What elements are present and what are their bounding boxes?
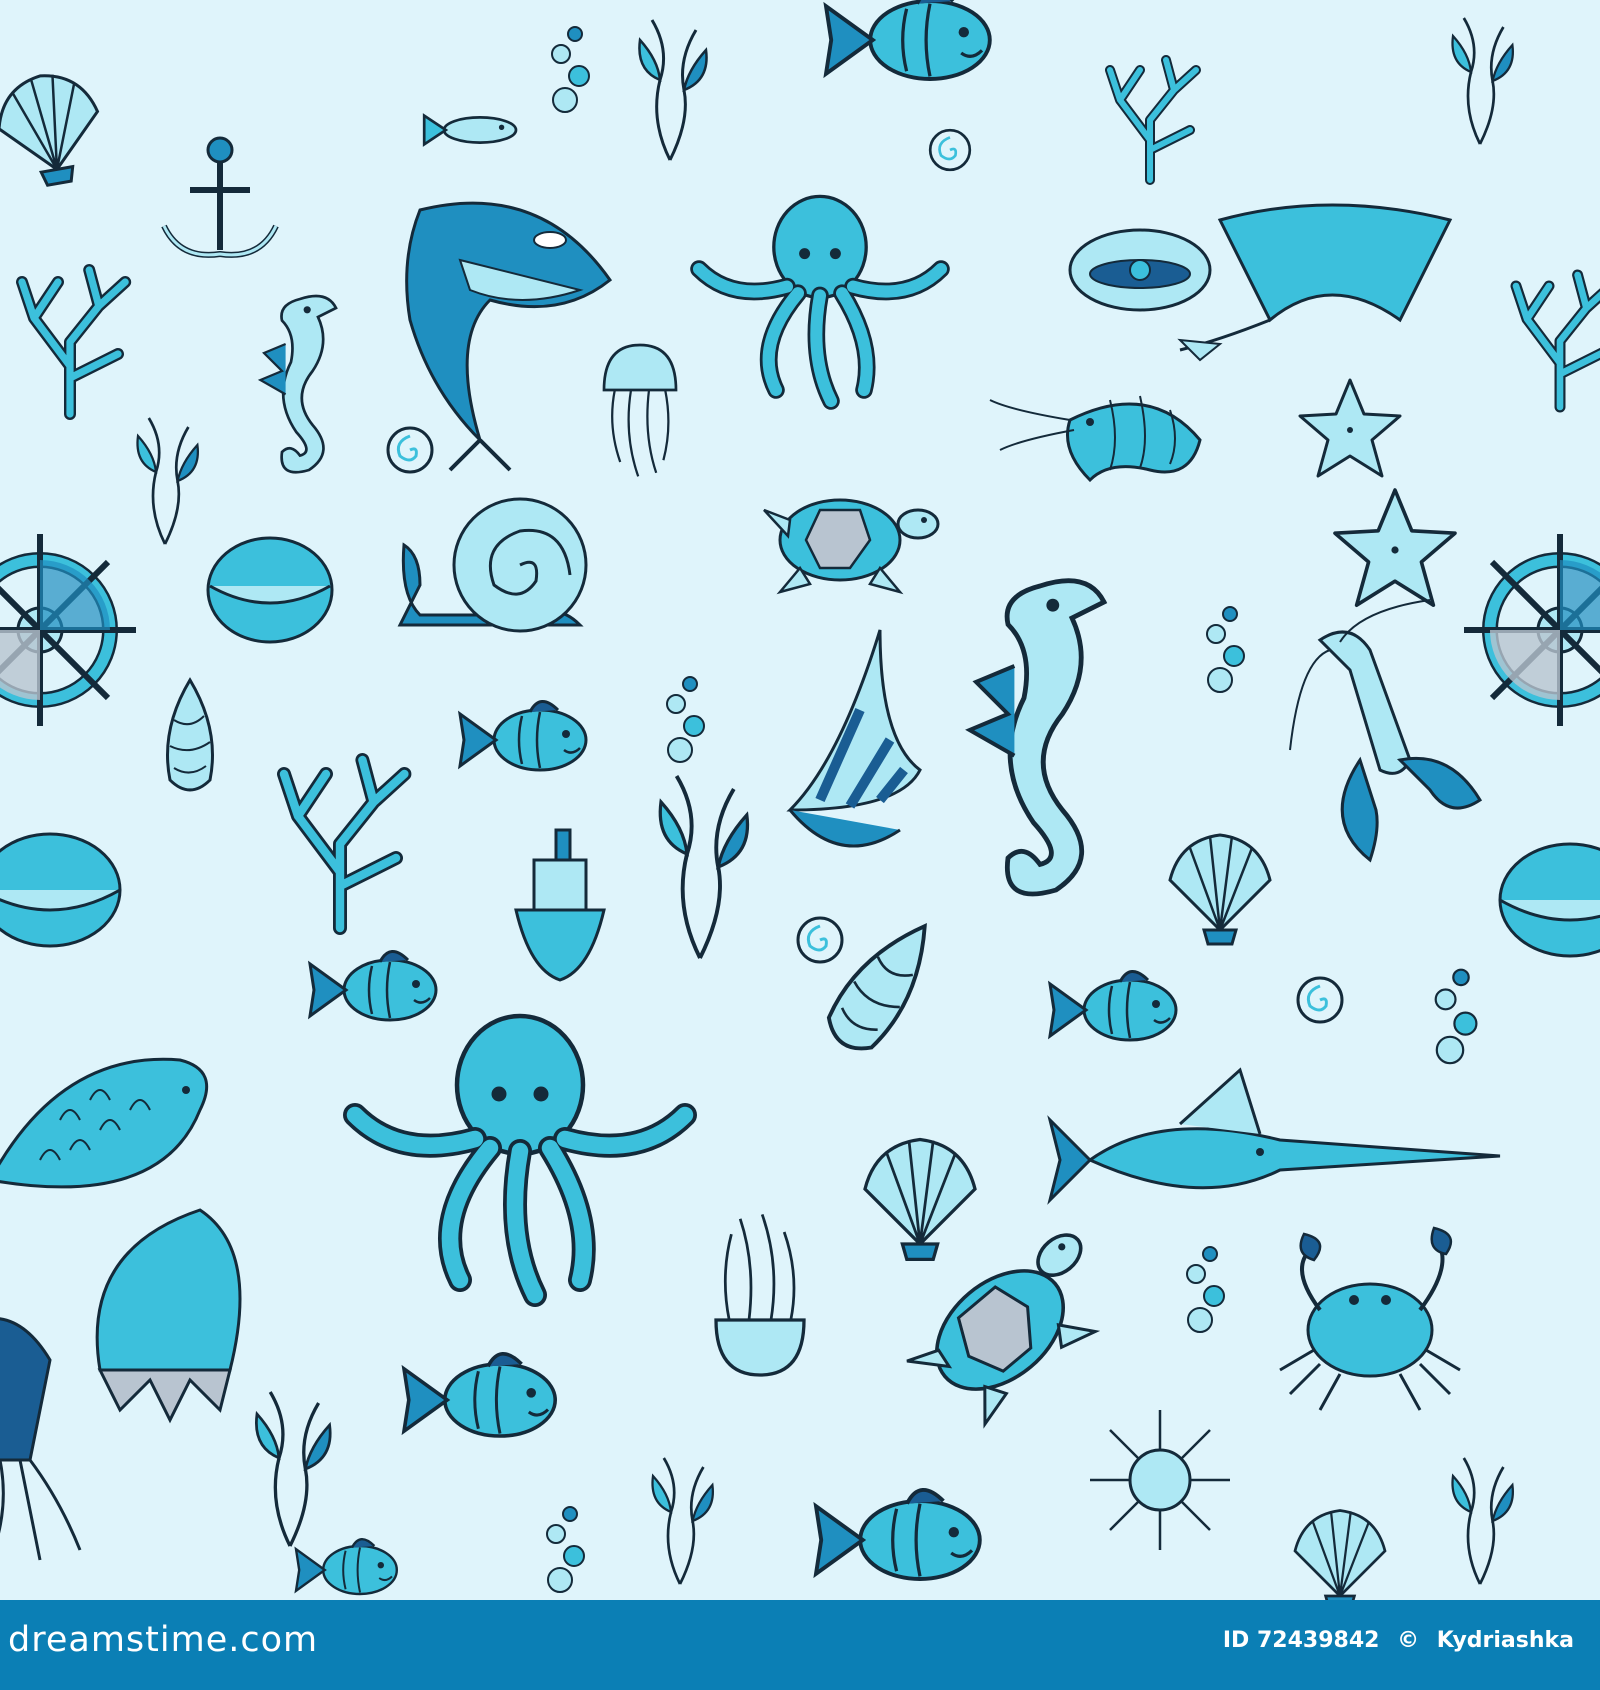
turtle-icon <box>762 498 940 594</box>
scallop-shell-icon <box>1293 1509 1387 1600</box>
seaweed-icon <box>1451 16 1515 146</box>
bubbles-icon <box>1434 968 1478 1065</box>
octopus-icon <box>699 196 941 401</box>
sea-urchin-icon <box>1088 1408 1232 1552</box>
jellyfish-icon <box>714 1212 806 1377</box>
spiral-shell-icon <box>796 916 844 964</box>
fish-icon <box>294 1537 398 1596</box>
spiral-shell-icon <box>386 426 434 474</box>
clam-icon <box>206 536 334 644</box>
clam-icon <box>1498 842 1600 958</box>
pattern-canvas <box>0 0 1600 1600</box>
anchor-icon <box>161 136 279 258</box>
coral-icon <box>284 760 404 928</box>
conch-shell-icon <box>166 677 214 792</box>
scallop-shell-icon <box>863 1137 977 1262</box>
scallop-shell-icon <box>1168 833 1272 946</box>
image-credit: ID 72439842 © Kydriashka <box>1213 1628 1574 1653</box>
jellyfish-icon <box>602 343 678 478</box>
bubbles-icon <box>1206 606 1245 693</box>
orca-icon <box>405 201 613 472</box>
snail-icon <box>397 497 588 633</box>
seahorse-icon <box>970 581 1104 894</box>
coral-icon <box>1110 60 1196 180</box>
fish-icon <box>814 1487 982 1581</box>
seahorse-icon <box>259 294 338 474</box>
octopus-icon <box>355 1016 685 1295</box>
fish-icon <box>458 699 588 772</box>
seaweed-icon <box>254 1390 332 1548</box>
bubbles-icon <box>666 676 705 763</box>
dreamstime-logo: dreamstime.com <box>8 1620 319 1660</box>
seaweed-icon <box>1451 1456 1515 1586</box>
bubbles-icon <box>546 1506 585 1593</box>
fish-icon <box>824 0 992 81</box>
starfish-icon <box>1298 378 1402 478</box>
scaled-fish-icon <box>0 1057 209 1189</box>
boat-icon <box>514 828 606 982</box>
squid-icon <box>0 1317 82 1561</box>
seaweed-icon <box>658 774 750 960</box>
bubbles-icon <box>1186 1246 1225 1333</box>
fish-icon <box>308 949 438 1022</box>
clam-icon <box>0 832 122 948</box>
fish-icon <box>1048 969 1178 1042</box>
fish-icon <box>402 1351 558 1438</box>
fish-icon <box>422 114 518 146</box>
coral-icon <box>1516 275 1600 407</box>
starfish-icon <box>1333 488 1457 608</box>
image-id: ID 72439842 <box>1222 1628 1380 1653</box>
shrimp-icon <box>989 395 1202 483</box>
ship-wheel-icon <box>0 534 136 726</box>
spiral-shell-icon <box>928 128 972 172</box>
bubbles-icon <box>551 26 590 113</box>
clam-icon <box>1068 228 1212 312</box>
watermark-footer: dreamstime.com ID 72439842 © Kydriashka <box>0 1600 1600 1690</box>
lobster-icon <box>1289 599 1483 863</box>
swordfish-icon <box>1047 1067 1501 1205</box>
seaweed-icon <box>136 416 200 546</box>
coral-icon <box>22 270 125 414</box>
shell-icon <box>0 65 111 194</box>
copyright-symbol: © <box>1397 1628 1420 1653</box>
crab-icon <box>1278 1226 1462 1412</box>
sea-life-pattern <box>0 0 1600 1600</box>
spiral-shell-icon <box>1296 976 1344 1024</box>
stingray-icon <box>1177 203 1453 362</box>
ship-wheel-icon <box>1464 534 1600 726</box>
spiky-shell-icon <box>95 1208 242 1424</box>
seaweed-icon <box>637 18 709 162</box>
angelfish-icon <box>786 629 922 848</box>
seaweed-icon <box>651 1456 715 1586</box>
author-name: Kydriashka <box>1436 1628 1574 1653</box>
